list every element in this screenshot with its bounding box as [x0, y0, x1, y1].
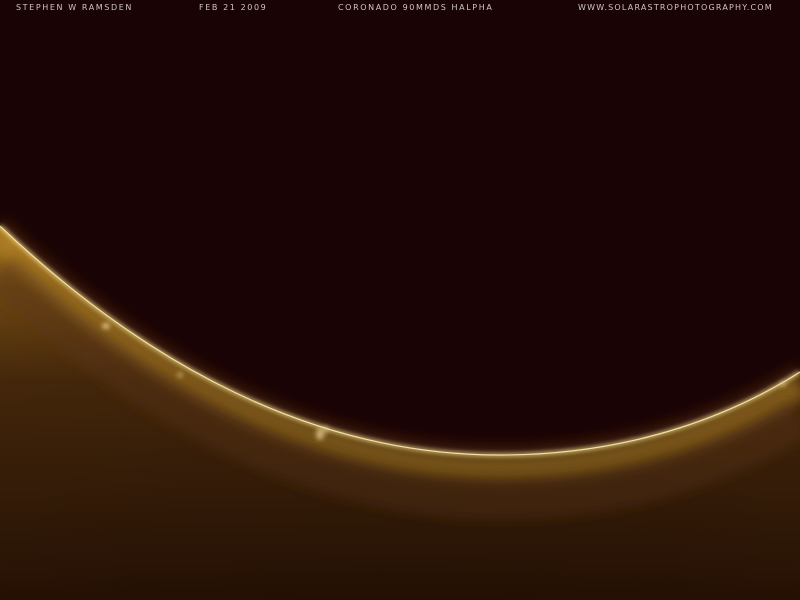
equipment-label: CORONADO 90MMDS HALPHA: [338, 3, 494, 12]
website-credit: WWW.SOLARASTROPHOTOGRAPHY.COM: [578, 3, 773, 12]
capture-date: FEB 21 2009: [199, 3, 268, 12]
photographer-credit: STEPHEN W RAMSDEN: [16, 3, 133, 12]
solar-photo-frame: STEPHEN W RAMSDEN FEB 21 2009 CORONADO 9…: [0, 0, 800, 600]
sun-limb-icon: [0, 218, 800, 600]
